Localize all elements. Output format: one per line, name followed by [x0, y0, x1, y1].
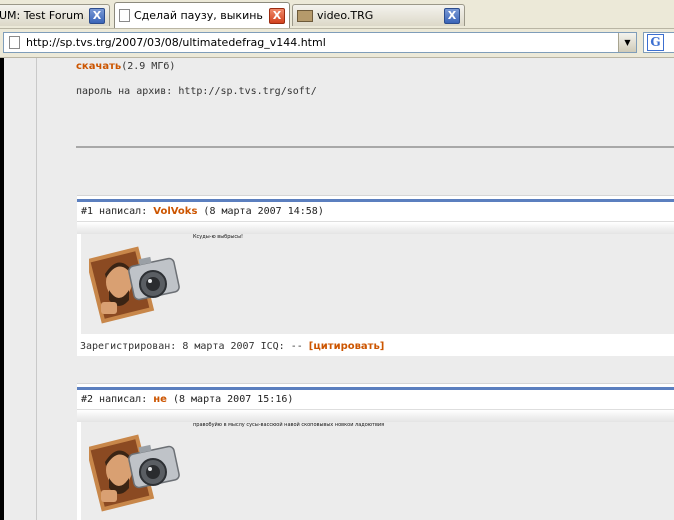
page-icon: [119, 9, 130, 22]
download-size: (2.9 МГб): [121, 61, 176, 72]
close-icon[interactable]: X: [269, 7, 285, 24]
tab-active-article[interactable]: Сделай паузу, выкинь ... X: [114, 2, 290, 28]
registration-info: Зарегистрирован: 8 марта 2007 ICQ: --: [80, 341, 309, 352]
comment-post: #1 написал: VolVoks (8 марта 2007 14:58)…: [77, 195, 674, 356]
post-text: Ксуды-ю выбрысы!: [193, 234, 244, 240]
film-icon: [297, 9, 313, 22]
download-line: скачать(2.9 МГб): [76, 61, 175, 72]
post-date: (8 марта 2007 14:58): [197, 206, 324, 217]
tab-test-forum[interactable]: UM: Test Forum... X: [0, 4, 110, 26]
page-content: скачать(2.9 МГб) пароль на архив: http:/…: [0, 58, 674, 520]
tab-bar: UM: Test Forum... X Сделай паузу, выкинь…: [0, 0, 674, 29]
post-strip: [77, 410, 674, 422]
avatar: [89, 246, 180, 324]
post-header: #2 написал: не (8 марта 2007 15:16): [77, 390, 674, 409]
chevron-down-icon[interactable]: ▼: [618, 33, 636, 52]
tab-title: video.TRG: [317, 9, 374, 22]
post-body: Ксуды-ю выбрысы!: [81, 234, 674, 334]
tab-title: UM: Test Forum...: [0, 9, 85, 22]
post-number: #2 написал:: [81, 394, 154, 405]
avatar: [89, 434, 180, 512]
post-date: (8 марта 2007 15:16): [166, 394, 294, 405]
address-bar[interactable]: http://sp.tvs.trg/2007/03/08/ultimatedef…: [3, 32, 637, 53]
search-box[interactable]: G: [643, 32, 674, 53]
url-text[interactable]: http://sp.tvs.trg/2007/03/08/ultimatedef…: [26, 36, 618, 49]
page-icon: [9, 36, 20, 49]
frame-divider: [36, 58, 37, 520]
close-icon[interactable]: X: [89, 7, 105, 24]
tab-title: Сделай паузу, выкинь ...: [134, 9, 265, 22]
post-text: правобуйю в мыслу сусы-вассюой навой ско…: [193, 422, 385, 428]
navigation-bar: http://sp.tvs.trg/2007/03/08/ultimatedef…: [0, 29, 674, 58]
divider: [76, 146, 674, 148]
post-footer: Зарегистрирован: 8 марта 2007 ICQ: -- [ц…: [77, 334, 674, 356]
post-body: правобуйю в мыслу сусы-вассюой навой ско…: [81, 422, 674, 520]
password-text: пароль на архив: http://sp.tvs.trg/soft/: [76, 86, 317, 97]
post-number: #1 написал:: [81, 206, 154, 217]
frame-border: [0, 58, 4, 520]
post-strip: [77, 222, 674, 234]
post-author[interactable]: не: [153, 394, 167, 405]
download-link[interactable]: скачать: [76, 61, 121, 72]
tab-video-trg[interactable]: video.TRG X: [292, 4, 465, 26]
post-author[interactable]: VolVoks: [153, 206, 197, 217]
comment-post: #2 написал: не (8 марта 2007 15:16) прав…: [77, 383, 674, 520]
close-icon[interactable]: X: [444, 7, 460, 24]
quote-link[interactable]: [цитировать]: [309, 341, 385, 352]
google-icon[interactable]: G: [647, 34, 664, 51]
post-header: #1 написал: VolVoks (8 марта 2007 14:58): [77, 202, 674, 221]
